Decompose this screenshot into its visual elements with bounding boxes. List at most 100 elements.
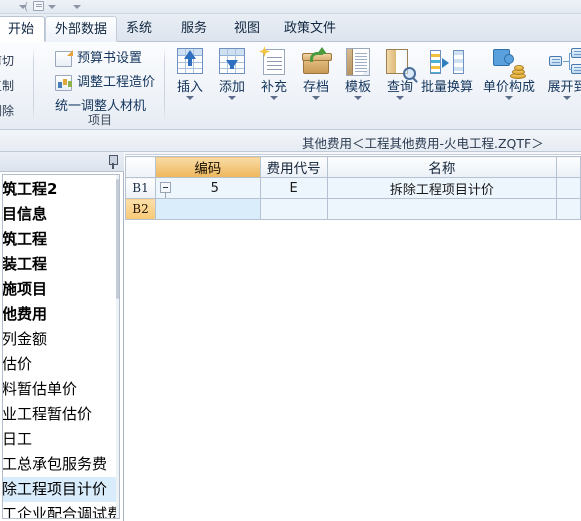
tab-external-data[interactable]: 外部数据	[45, 16, 118, 42]
nav-caption-bar	[0, 152, 124, 172]
cut-button[interactable]: 剪切	[0, 52, 14, 69]
batch-convert-button[interactable]: 批量换算	[417, 46, 477, 95]
sidebar-item-demolition-project-pricing[interactable]: 拆除工程项目计价	[3, 477, 119, 502]
table-row[interactable]: B1 5 E 拆除工程项目计价	[125, 177, 581, 199]
cell-name-b1[interactable]: 拆除工程项目计价	[326, 177, 558, 199]
sidebar-item-general-contract-service-fee[interactable]: 施工总承包服务费	[3, 452, 119, 477]
sidebar-item-material-provisional-unit-price[interactable]: 材料暂估单价	[3, 377, 119, 402]
qat-decor: (	[24, 0, 29, 13]
ribbon-group-edit: 插入 添加 补充 存档 模板 查询 批量换算 单价构成 展开到	[165, 42, 581, 130]
dropdown-arrow-3-icon[interactable]	[72, 3, 81, 11]
unit-price-icon	[489, 48, 529, 80]
row-header-b1[interactable]: B1	[125, 177, 156, 199]
copy-button[interactable]: 复制	[0, 77, 14, 94]
table-header-row: 编码 费用代号 名称	[125, 156, 581, 178]
tree-line	[164, 193, 166, 198]
adjust-project-cost-label: 调整工程造价	[77, 75, 156, 90]
nav-scrollbar[interactable]	[116, 175, 119, 518]
tab-start[interactable]: 开始	[0, 16, 45, 42]
template-icon	[341, 48, 375, 80]
unit-price-label: 单价构成	[482, 80, 535, 95]
chevron-down-icon[interactable]	[228, 96, 236, 100]
column-header-name[interactable]: 名称	[326, 156, 558, 178]
sidebar-item-other-fees[interactable]: 其他费用	[3, 302, 119, 327]
sidebar-item-installation-works[interactable]: 安装工程	[3, 252, 119, 277]
sidebar-item-project-info[interactable]: 项目信息	[3, 202, 119, 227]
chevron-down-icon[interactable]	[396, 96, 404, 100]
cell-extra-b1[interactable]	[556, 177, 581, 199]
cell-code-b1-value: 5	[210, 180, 219, 196]
tab-service[interactable]: 服务	[172, 16, 216, 42]
sidebar-item-daywork[interactable]: 计日工	[3, 427, 119, 452]
chevron-down-icon[interactable]	[186, 96, 194, 100]
cell-extra-b2[interactable]	[556, 198, 581, 220]
sidebar-item-provisional-sum[interactable]: 暂列金额	[3, 327, 119, 352]
expand-to-button[interactable]: 展开到	[541, 46, 581, 100]
collapse-toggle-icon[interactable]	[159, 182, 171, 193]
application-window: ( 开始 外部数据 系统 服务 视图 政策文件 剪切 复制 删除 预算书设置	[0, 0, 581, 521]
column-header-fee-code[interactable]: 费用代号	[259, 156, 328, 178]
sidebar-item-measure-items[interactable]: 措施项目	[3, 277, 119, 302]
ribbon-tab-strip: 开始 外部数据 系统 服务 视图 政策文件	[0, 14, 581, 42]
fees-table: 编码 费用代号 名称 B1 5 E 拆除工程项目计价 B2	[125, 156, 581, 220]
ribbon-panel: 剪切 复制 删除 预算书设置 调整工程造价 统一调整人材机 项目	[0, 42, 581, 130]
pin-icon[interactable]	[106, 155, 119, 169]
insert-button[interactable]: 插入	[167, 46, 213, 100]
cell-name-b2[interactable]	[326, 198, 558, 220]
query-search-icon	[383, 48, 417, 80]
archive-box-icon	[299, 47, 333, 80]
group-label-project: 项目	[87, 113, 112, 127]
insert-label: 插入	[176, 80, 203, 95]
breadcrumb-bar: 其他费用＜工程其他费用-火电工程.ZQTF＞	[0, 130, 581, 152]
sidebar-item-building-works[interactable]: 建筑工程	[3, 227, 119, 252]
tab-system[interactable]: 系统	[117, 16, 161, 42]
cell-fee-code-b2[interactable]	[259, 198, 328, 220]
chevron-down-icon[interactable]	[505, 96, 513, 100]
budget-settings-button[interactable]: 预算书设置	[55, 48, 142, 70]
chevron-down-icon[interactable]	[563, 96, 571, 100]
add-label: 添加	[218, 80, 245, 95]
sidebar-item-specialty-provisional-price[interactable]: 专业工程暂估价	[3, 402, 119, 427]
adjust-project-cost-button[interactable]: 调整工程造价	[55, 72, 155, 94]
template-label: 模板	[344, 80, 371, 95]
cell-fee-code-b1[interactable]: E	[259, 177, 328, 199]
ribbon-group-project: 预算书设置 调整工程造价 统一调整人材机 项目	[35, 42, 165, 130]
archive-label: 存档	[302, 80, 329, 95]
breadcrumb: 其他费用＜工程其他费用-火电工程.ZQTF＞	[302, 136, 544, 151]
navigation-panel: 建筑工程2 项目信息 建筑工程 安装工程 措施项目 其他费用 暂列金额 暂估价 …	[0, 152, 124, 521]
sidebar-item-provisional-price[interactable]: 暂估价	[3, 352, 119, 377]
chevron-down-icon[interactable]	[354, 96, 362, 100]
data-grid-panel: 编码 费用代号 名称 B1 5 E 拆除工程项目计价 B2	[125, 152, 581, 521]
row-header-b2[interactable]: B2	[125, 198, 156, 220]
supplement-button[interactable]: 补充	[251, 46, 297, 100]
tab-view[interactable]: 视图	[225, 16, 269, 42]
column-header-extra[interactable]	[556, 156, 581, 178]
nav-tree: 建筑工程2 项目信息 建筑工程 安装工程 措施项目 其他费用 暂列金额 暂估价 …	[3, 177, 119, 518]
column-header-code[interactable]: 编码	[154, 156, 261, 178]
grid-top-rule	[125, 152, 581, 155]
chevron-down-icon[interactable]	[312, 96, 320, 100]
supplement-label: 补充	[260, 80, 287, 95]
budget-settings-label: 预算书设置	[77, 51, 143, 66]
ribbon-group-clipboard: 剪切 复制 删除	[0, 42, 34, 130]
archive-button[interactable]: 存档	[293, 46, 339, 100]
save-icon[interactable]	[33, 1, 44, 11]
sidebar-item-building-project-2[interactable]: 建筑工程2	[3, 177, 119, 202]
chevron-down-icon[interactable]	[270, 96, 278, 100]
unit-price-composition-button[interactable]: 单价构成	[479, 46, 539, 100]
cell-code-b2[interactable]	[154, 198, 261, 220]
batch-convert-label: 批量换算	[420, 80, 473, 95]
delete-button[interactable]: 删除	[0, 102, 14, 119]
grid-corner-cell[interactable]	[125, 156, 156, 178]
tab-policy-docs[interactable]: 政策文件	[275, 16, 345, 42]
sidebar-item-contractor-commissioning-fee-1[interactable]: 施工企业配合调试费	[3, 502, 119, 518]
dropdown-arrow-2-icon[interactable]	[47, 3, 56, 11]
template-button[interactable]: 模板	[335, 46, 381, 100]
document-edit-icon	[55, 50, 73, 67]
add-button[interactable]: 添加	[209, 46, 255, 100]
quick-access-toolbar: (	[0, 0, 581, 14]
cell-code-b1[interactable]: 5	[154, 177, 261, 199]
table-row[interactable]: B2	[125, 198, 581, 220]
group-separator	[33, 47, 34, 121]
expand-to-label: 展开到	[547, 80, 581, 95]
